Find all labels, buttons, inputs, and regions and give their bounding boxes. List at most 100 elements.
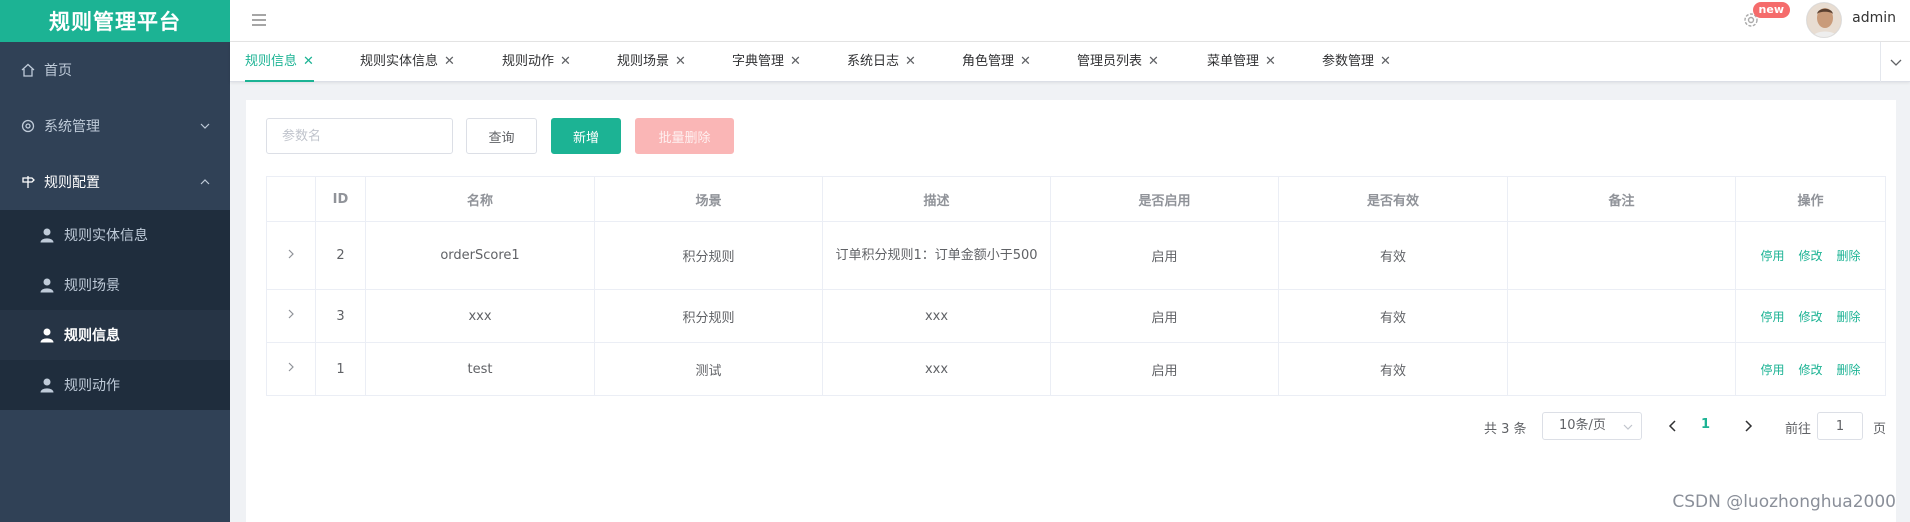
tab-label: 角色管理 (962, 54, 1015, 69)
user-icon (40, 377, 56, 393)
cell-id: 1 (315, 342, 366, 396)
delete-button[interactable]: 删除 (1837, 249, 1861, 263)
param-name-input[interactable] (266, 118, 453, 154)
next-page-icon[interactable] (1741, 419, 1755, 433)
new-badge: new (1752, 2, 1790, 18)
page-number-current[interactable]: 1 (1701, 417, 1710, 432)
tab-menu[interactable]: 菜单管理 ✕ (1207, 42, 1276, 82)
chevron-down-icon (1623, 424, 1633, 430)
cell-scene: 积分规则 (594, 289, 823, 343)
sidebar-item-label: 规则信息 (64, 328, 120, 344)
cell-name: test (365, 342, 595, 396)
prev-page-icon[interactable] (1666, 419, 1680, 433)
cell-enabled: 启用 (1050, 289, 1279, 343)
close-icon[interactable]: ✕ (1380, 42, 1391, 82)
edit-button[interactable]: 修改 (1798, 310, 1822, 324)
cell-remark (1507, 221, 1736, 290)
goto-page-input[interactable] (1817, 412, 1863, 440)
close-icon[interactable]: ✕ (905, 42, 916, 82)
column-header-name: 名称 (365, 176, 595, 222)
signpost-icon (20, 174, 36, 190)
close-icon[interactable]: ✕ (560, 42, 571, 82)
close-icon[interactable]: ✕ (1148, 42, 1159, 82)
close-icon[interactable]: ✕ (444, 42, 455, 82)
cell-enabled: 启用 (1050, 221, 1279, 290)
chevron-up-icon (200, 179, 210, 185)
column-header-id: ID (315, 176, 366, 222)
sidebar-item-label: 系统管理 (44, 119, 100, 135)
cell-desc: xxx (822, 342, 1051, 396)
add-button[interactable]: 新增 (551, 118, 621, 154)
column-header-desc: 描述 (822, 176, 1051, 222)
sidebar-item-rule-entity[interactable]: 规则实体信息 (0, 210, 230, 260)
goto-label: 前往 (1785, 422, 1812, 437)
chevron-right-icon[interactable] (285, 308, 297, 320)
tabs-more-button[interactable] (1880, 42, 1910, 82)
cell-enabled: 启用 (1050, 342, 1279, 396)
edit-button[interactable]: 修改 (1798, 249, 1822, 263)
gear-icon (20, 118, 36, 134)
cell-actions: 停用 修改 删除 (1735, 342, 1886, 396)
close-icon[interactable]: ✕ (1265, 42, 1276, 82)
close-icon[interactable]: ✕ (303, 42, 314, 82)
tab-label: 管理员列表 (1077, 54, 1143, 69)
sidebar-item-system[interactable]: 系统管理 (0, 98, 230, 154)
cell-name: xxx (365, 289, 595, 343)
expand-cell[interactable] (266, 289, 316, 343)
user-icon (40, 327, 56, 343)
tab-dict[interactable]: 字典管理 ✕ (732, 42, 801, 82)
username[interactable]: admin (1852, 10, 1896, 26)
tab-label: 规则动作 (502, 54, 555, 69)
sidebar-item-rule-info[interactable]: 规则信息 (0, 310, 230, 360)
sidebar-item-home[interactable]: 首页 (0, 42, 230, 98)
pagination-total: 共 3 条 (1484, 422, 1527, 437)
sidebar-item-rule-scene[interactable]: 规则场景 (0, 260, 230, 310)
delete-button[interactable]: 删除 (1837, 310, 1861, 324)
cell-name: orderScore1 (365, 221, 595, 290)
delete-button[interactable]: 删除 (1837, 363, 1861, 377)
tab-rule-scene[interactable]: 规则场景 ✕ (617, 42, 686, 82)
disable-button[interactable]: 停用 (1760, 249, 1784, 263)
table-row: 2 orderScore1 积分规则 订单积分规则1：订单金额小于500 启用 … (266, 221, 1886, 290)
tab-admin-list[interactable]: 管理员列表 ✕ (1077, 42, 1159, 82)
tab-label: 菜单管理 (1207, 54, 1260, 69)
page-size-select[interactable]: 10条/页 (1542, 412, 1642, 440)
home-icon (20, 62, 36, 78)
avatar[interactable] (1806, 2, 1842, 38)
column-header-actions: 操作 (1735, 176, 1886, 222)
chevron-right-icon[interactable] (285, 248, 297, 260)
sidebar-item-rule-action[interactable]: 规则动作 (0, 360, 230, 410)
cell-scene: 测试 (594, 342, 823, 396)
cell-remark (1507, 289, 1736, 343)
tab-rule-info[interactable]: 规则信息 ✕ (245, 42, 314, 82)
close-icon[interactable]: ✕ (1020, 42, 1031, 82)
expand-cell[interactable] (266, 221, 316, 290)
tab-rule-entity[interactable]: 规则实体信息 ✕ (360, 42, 455, 82)
column-header-valid: 是否有效 (1278, 176, 1508, 222)
edit-button[interactable]: 修改 (1798, 363, 1822, 377)
cell-desc: xxx (822, 289, 1051, 343)
expand-cell[interactable] (266, 342, 316, 396)
tab-system-log[interactable]: 系统日志 ✕ (847, 42, 916, 82)
pagination: 共 3 条 10条/页 1 前往 页 (246, 412, 1896, 440)
tab-params[interactable]: 参数管理 ✕ (1322, 42, 1391, 82)
disable-button[interactable]: 停用 (1760, 310, 1784, 324)
user-icon (40, 277, 56, 293)
query-button[interactable]: 查询 (466, 118, 537, 154)
hamburger-icon[interactable] (250, 11, 268, 29)
tab-role[interactable]: 角色管理 ✕ (962, 42, 1031, 82)
page-size-value: 10条/页 (1559, 418, 1606, 433)
tab-label: 字典管理 (732, 54, 785, 69)
close-icon[interactable]: ✕ (790, 42, 801, 82)
cell-valid: 有效 (1278, 289, 1508, 343)
close-icon[interactable]: ✕ (675, 42, 686, 82)
sidebar-item-label: 规则场景 (64, 278, 120, 294)
sidebar-item-rule-config[interactable]: 规则配置 (0, 154, 230, 210)
chevron-right-icon[interactable] (285, 361, 297, 373)
batch-delete-button[interactable]: 批量删除 (635, 118, 734, 154)
cell-actions: 停用 修改 删除 (1735, 289, 1886, 343)
cell-id: 2 (315, 221, 366, 290)
top-header: new admin (230, 0, 1910, 42)
disable-button[interactable]: 停用 (1760, 363, 1784, 377)
tab-rule-action[interactable]: 规则动作 ✕ (502, 42, 571, 82)
